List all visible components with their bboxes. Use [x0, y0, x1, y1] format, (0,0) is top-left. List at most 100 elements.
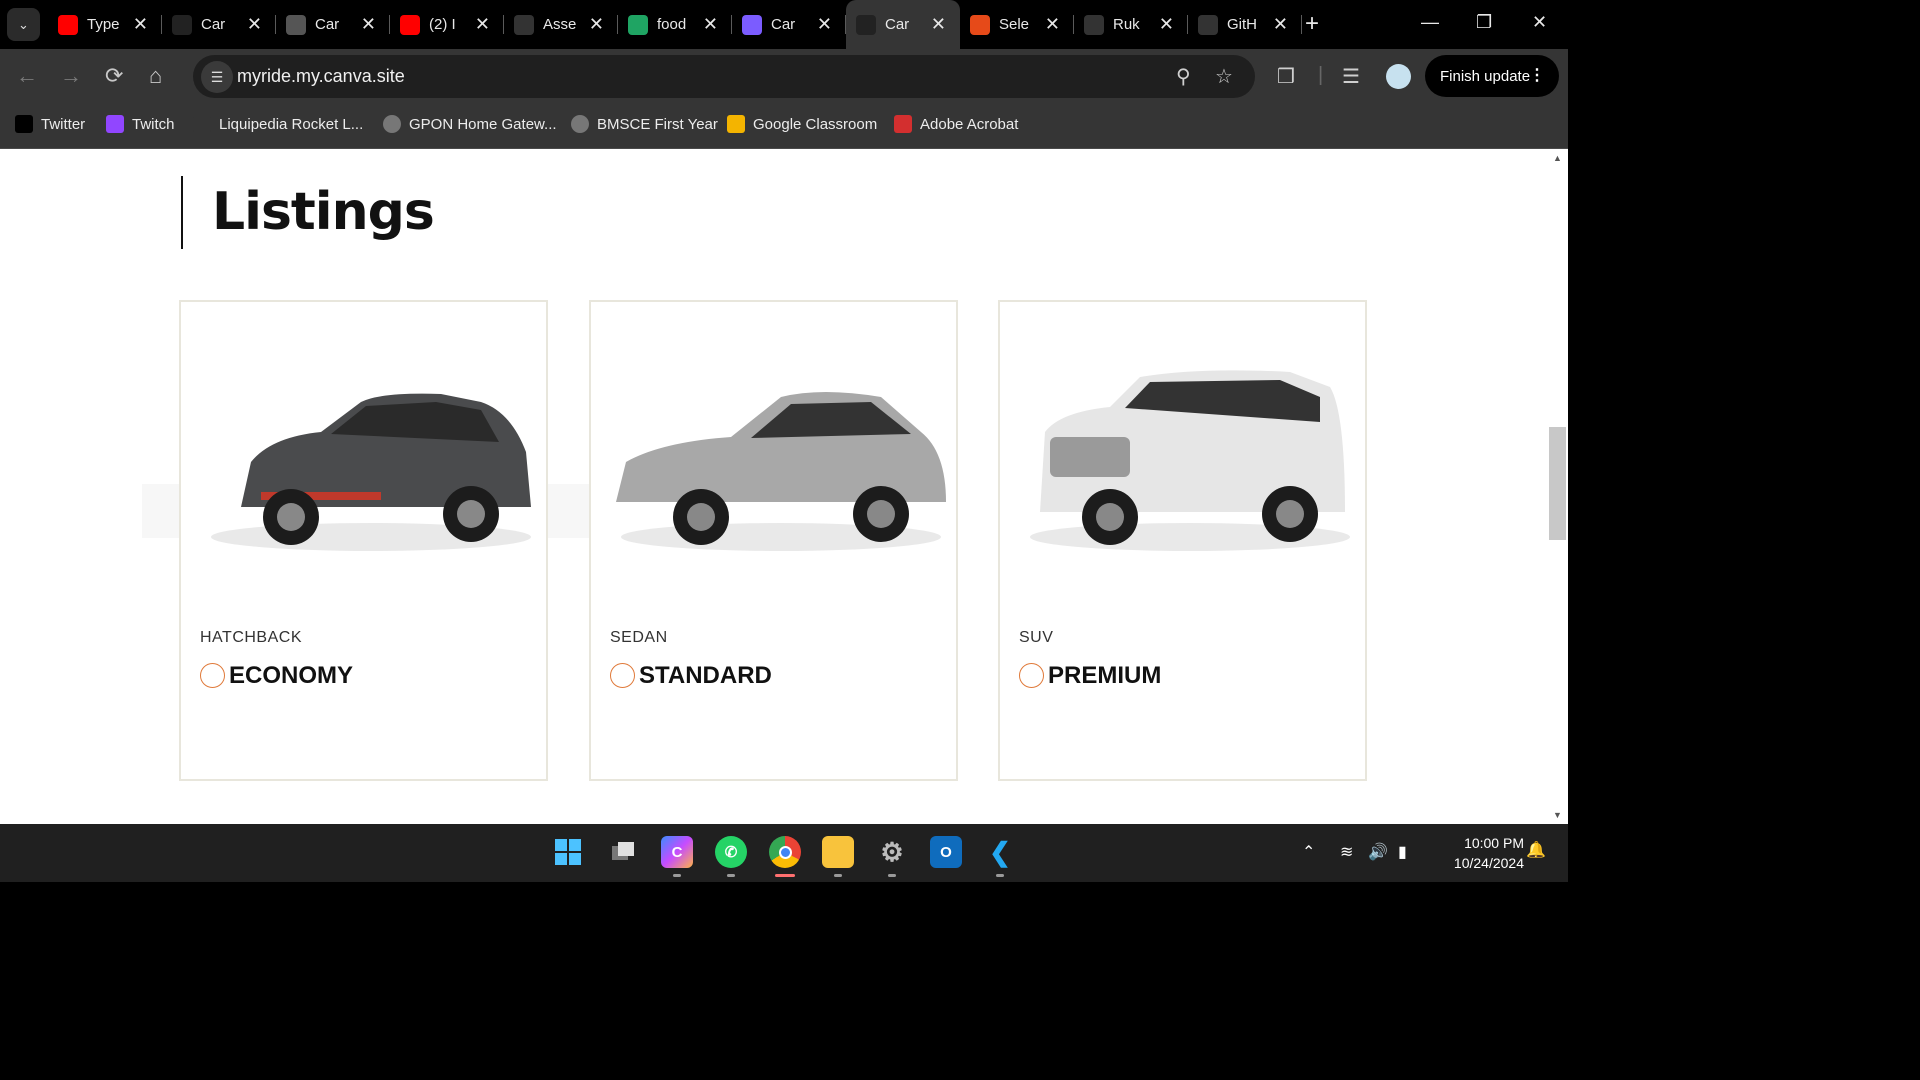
close-tab-icon[interactable]: ✕: [1045, 15, 1060, 33]
listing-card[interactable]: SUV PREMIUM: [998, 300, 1367, 781]
heading-accent-bar: [181, 176, 183, 249]
system-clock[interactable]: 10:00 PM 10/24/2024: [1430, 833, 1524, 873]
selenium-icon: [970, 14, 990, 35]
close-tab-icon[interactable]: ✕: [589, 15, 604, 33]
copilot-icon[interactable]: C: [661, 836, 693, 868]
browser-tab[interactable]: Car ✕: [162, 0, 276, 49]
tab-title: Sele: [999, 16, 1030, 33]
notifications-icon[interactable]: 🔔: [1526, 840, 1546, 860]
restore-icon[interactable]: ❐: [1476, 12, 1492, 33]
browser-tab[interactable]: Car ✕: [846, 0, 960, 49]
bookmark-star-icon[interactable]: ☆: [1215, 64, 1233, 89]
bookmark-item[interactable]: Google Classroom: [727, 115, 877, 133]
browser-tab[interactable]: food ✕: [618, 0, 732, 49]
bookmark-item[interactable]: BMSCE First Year: [571, 115, 718, 133]
globe-icon: [383, 115, 401, 133]
finish-update-button[interactable]: Finish update ⋮: [1425, 55, 1559, 97]
canva-dark-icon: [856, 14, 876, 35]
page-scrollbar[interactable]: ▲ ▼: [1548, 149, 1568, 824]
tab-search-button[interactable]: ⌄: [7, 8, 40, 41]
back-icon[interactable]: ←: [16, 64, 38, 88]
listing-card[interactable]: SEDAN STANDARD: [589, 300, 958, 781]
whatsapp-icon[interactable]: ✆: [715, 836, 747, 868]
close-tab-icon[interactable]: ✕: [475, 15, 490, 33]
tier-radio[interactable]: [1019, 663, 1044, 688]
browser-tab[interactable]: Car ✕: [732, 0, 846, 49]
minimize-icon[interactable]: —: [1421, 12, 1439, 33]
tab-title: Car: [885, 16, 910, 33]
bookmark-item[interactable]: Adobe Acrobat: [894, 115, 1018, 133]
close-tab-icon[interactable]: ✕: [1159, 15, 1174, 33]
close-tab-icon[interactable]: ✕: [817, 15, 832, 33]
browser-tab[interactable]: (2) I ✕: [390, 0, 504, 49]
avatar[interactable]: [1386, 64, 1411, 89]
scroll-up-icon[interactable]: ▲: [1553, 153, 1562, 163]
wifi-icon[interactable]: ≋: [1340, 842, 1353, 862]
close-tab-icon[interactable]: ✕: [247, 15, 262, 33]
browser-tab[interactable]: Type ✕: [48, 0, 162, 49]
bookmark-item[interactable]: Liquipedia Rocket L...: [193, 115, 363, 133]
file-explorer-icon[interactable]: [822, 836, 854, 868]
browser-tab[interactable]: Sele ✕: [960, 0, 1074, 49]
browser-tab[interactable]: Asse ✕: [504, 0, 618, 49]
active-indicator: [775, 874, 795, 877]
extensions-icon[interactable]: ❒: [1277, 64, 1295, 89]
tab-title: GitH: [1227, 16, 1257, 33]
browser-toolbar: ← → ⟳ ⌂ ☰ myride.my.canva.site ⚲ ☆ ❒ | ☰…: [0, 49, 1568, 105]
tab-title: Asse: [543, 16, 577, 33]
start-menu-icon[interactable]: [552, 836, 584, 868]
close-tab-icon[interactable]: ✕: [703, 15, 718, 33]
listing-category: HATCHBACK: [200, 629, 302, 646]
close-tab-icon[interactable]: ✕: [931, 15, 946, 33]
browser-tab[interactable]: Car ✕: [276, 0, 390, 49]
close-tab-icon[interactable]: ✕: [1273, 15, 1288, 33]
browser-tab[interactable]: Ruk ✕: [1074, 0, 1188, 49]
github-icon: [1084, 14, 1104, 35]
globe-icon: [286, 14, 306, 35]
bookmark-item[interactable]: Twitter: [15, 115, 85, 133]
forward-icon[interactable]: →: [60, 64, 82, 88]
bookmark-item[interactable]: GPON Home Gatew...: [383, 115, 557, 133]
more-menu-icon: ⋮: [1529, 67, 1545, 84]
vscode-icon[interactable]: ❮: [984, 836, 1016, 868]
task-view-icon[interactable]: [607, 836, 639, 868]
volume-icon[interactable]: 🔊: [1368, 842, 1388, 862]
listing-tier: ECONOMY: [229, 662, 354, 689]
outlook-icon[interactable]: O: [930, 836, 962, 868]
tier-radio[interactable]: [610, 663, 635, 688]
scroll-down-icon[interactable]: ▼: [1553, 810, 1562, 820]
bookmark-label: Twitch: [132, 115, 175, 133]
bookmark-item[interactable]: Twitch: [106, 115, 175, 133]
media-control-icon[interactable]: ☰: [1342, 64, 1360, 89]
chrome-icon[interactable]: [769, 836, 801, 868]
bookmark-label: Liquipedia Rocket L...: [219, 115, 364, 133]
close-window-icon[interactable]: ✕: [1532, 12, 1547, 33]
scrollbar-thumb[interactable]: [1549, 427, 1566, 540]
browser-tab[interactable]: GitH ✕: [1188, 0, 1302, 49]
battery-icon[interactable]: ▮: [1398, 842, 1407, 862]
tab-list: Type ✕ Car ✕ Car ✕ (2) I ✕ Asse ✕ food ✕ Car ✕ Car ✕ Sel…: [48, 0, 1302, 49]
zoom-icon[interactable]: ⚲: [1176, 64, 1191, 89]
adobe-acrobat-icon: [894, 115, 912, 133]
tier-radio[interactable]: [200, 663, 225, 688]
close-tab-icon[interactable]: ✕: [133, 15, 148, 33]
tab-strip: ⌄ Type ✕ Car ✕ Car ✕ (2) I ✕ Asse ✕ food ✕ Car ✕ Car ✕ S…: [0, 0, 1568, 49]
settings-gear-icon[interactable]: ⚙: [876, 836, 908, 868]
close-tab-icon[interactable]: ✕: [361, 15, 376, 33]
listing-card[interactable]: HATCHBACK ECONOMY: [179, 300, 548, 781]
youtube-icon: [58, 14, 78, 35]
show-hidden-icons-icon[interactable]: ⌃: [1302, 842, 1315, 862]
hatchback-car-image: [181, 342, 546, 572]
tab-title: Car: [315, 16, 340, 33]
reload-icon[interactable]: ⟳: [105, 64, 123, 88]
sedan-car-image: [591, 342, 956, 572]
url-text[interactable]: myride.my.canva.site: [237, 66, 405, 87]
running-indicator: [673, 874, 681, 877]
address-bar[interactable]: ☰ myride.my.canva.site ⚲ ☆: [193, 55, 1255, 98]
home-icon[interactable]: ⌂: [149, 64, 162, 88]
canva-calendar-icon: [742, 14, 762, 35]
openai-icon: [1198, 14, 1218, 35]
site-info-icon[interactable]: ☰: [201, 61, 233, 93]
google-classroom-icon: [727, 115, 745, 133]
new-tab-button[interactable]: +: [1305, 12, 1319, 36]
